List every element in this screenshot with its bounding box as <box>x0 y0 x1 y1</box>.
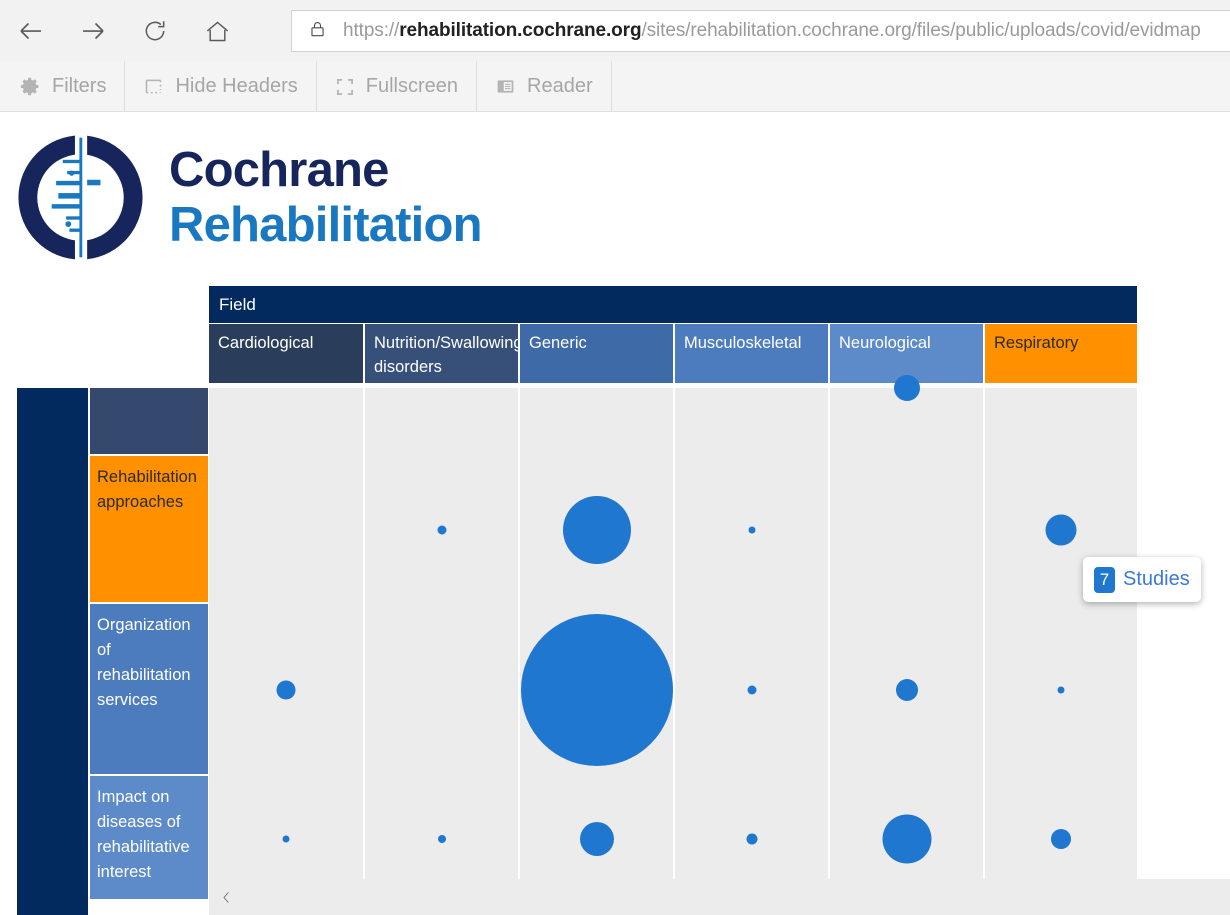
study-bubble[interactable] <box>283 835 290 842</box>
study-bubble[interactable] <box>1058 687 1065 694</box>
grid-cell[interactable] <box>675 604 830 776</box>
study-bubble[interactable] <box>896 679 918 701</box>
study-bubble[interactable] <box>1051 829 1071 849</box>
evidence-map: Field Cardiological Nutrition/Swallowing … <box>0 0 1230 915</box>
grid-cell[interactable] <box>209 388 365 456</box>
column-header-label: Generic <box>529 334 587 352</box>
study-bubble[interactable] <box>894 375 920 401</box>
grid-cell[interactable] <box>520 604 675 776</box>
studies-count-badge: 7 <box>1094 567 1115 593</box>
column-header-label: Nutrition/Swallowing disorders <box>374 334 520 376</box>
study-bubble[interactable] <box>437 526 446 535</box>
row-header-impact-on-diseases-of-rehabilitative-interest[interactable]: Impact on diseases of rehabilitative int… <box>90 776 208 901</box>
study-bubble[interactable] <box>563 496 631 564</box>
grid-cell[interactable] <box>830 604 985 776</box>
column-header-musculoskeletal[interactable]: Musculoskeletal <box>675 324 830 383</box>
grid-cell[interactable] <box>830 456 985 604</box>
column-header-label: Cardiological <box>218 334 313 352</box>
grid-row <box>209 388 1137 456</box>
study-bubble[interactable] <box>521 614 673 766</box>
left-navy-strip <box>17 388 88 915</box>
row-header-organization-of-rehabilitation-services[interactable]: Organization of rehabilitation services <box>90 604 208 776</box>
horizontal-scroll-bar[interactable] <box>209 879 1230 915</box>
column-header-row: Cardiological Nutrition/Swallowing disord… <box>209 324 1137 383</box>
grid-cell[interactable] <box>365 456 520 604</box>
row-header-label: Organization of rehabilitation services <box>97 616 191 709</box>
grid-row <box>209 604 1137 776</box>
grid-cell[interactable] <box>365 388 520 456</box>
grid-cell[interactable] <box>675 456 830 604</box>
row-header-column: Rehabilitation approaches Organization of… <box>90 388 208 901</box>
studies-tooltip: 7 Studies <box>1083 557 1201 602</box>
row-header-partial[interactable] <box>90 388 208 456</box>
grid-cell[interactable] <box>365 604 520 776</box>
column-header-generic[interactable]: Generic <box>520 324 675 383</box>
grid-row <box>209 456 1137 604</box>
row-header-rehabilitation-approaches[interactable]: Rehabilitation approaches <box>90 456 208 604</box>
study-bubble[interactable] <box>747 686 756 695</box>
study-bubble[interactable] <box>438 835 446 843</box>
chevron-left-icon[interactable] <box>209 879 243 915</box>
grid-cell[interactable] <box>209 456 365 604</box>
column-header-respiratory[interactable]: Respiratory <box>985 324 1137 383</box>
column-header-label: Musculoskeletal <box>684 334 801 352</box>
grid-cell[interactable] <box>985 604 1137 776</box>
study-bubble[interactable] <box>580 822 614 856</box>
grid-cell[interactable] <box>209 604 365 776</box>
row-header-label: Impact on diseases of rehabilitative int… <box>97 788 190 881</box>
field-group-label: Field <box>219 295 256 315</box>
column-header-label: Neurological <box>839 334 931 352</box>
grid-cell[interactable] <box>985 388 1137 456</box>
study-bubble[interactable] <box>277 681 296 700</box>
study-bubble[interactable] <box>1046 515 1077 546</box>
study-bubble[interactable] <box>882 814 931 863</box>
column-header-nutrition-swallowing-disorders[interactable]: Nutrition/Swallowing disorders <box>365 324 520 383</box>
grid-cell[interactable] <box>675 388 830 456</box>
study-bubble[interactable] <box>746 833 757 844</box>
grid-cell[interactable] <box>520 456 675 604</box>
grid-cell[interactable] <box>520 388 675 456</box>
column-header-label: Respiratory <box>994 334 1078 352</box>
grid-cell[interactable] <box>830 388 985 456</box>
column-header-cardiological[interactable]: Cardiological <box>209 324 365 383</box>
studies-label: Studies <box>1123 568 1190 591</box>
grid-body <box>209 388 1137 901</box>
field-group-header: Field <box>209 286 1137 323</box>
study-bubble[interactable] <box>748 527 755 534</box>
row-header-label: Rehabilitation approaches <box>97 468 197 511</box>
